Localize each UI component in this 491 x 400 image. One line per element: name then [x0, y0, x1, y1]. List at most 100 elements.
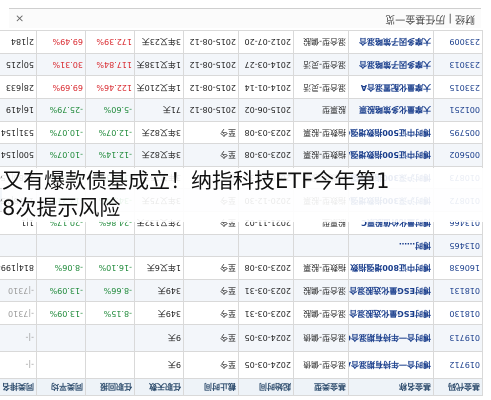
cell-name[interactable]: 博时ESG量化选股混合A	[348, 301, 434, 325]
cell-name[interactable]: 大摩量化多策略股票	[348, 98, 434, 122]
header-days[interactable]: 任职天数	[134, 378, 184, 396]
cell-days: 9天	[134, 324, 184, 352]
cell-name[interactable]: 博时中证500指数增强C	[348, 121, 434, 144]
cell-days: 9天	[134, 351, 184, 379]
cell-name[interactable]: 大摩量化配置混合A	[348, 75, 434, 99]
cell-rank	[0, 234, 37, 257]
cell-start: 2014-03-27	[238, 53, 294, 76]
cell-days: 3年又23天	[134, 30, 184, 54]
cell-name[interactable]: 博时ESG量化选股混合C	[348, 279, 434, 302]
cell-rank: -|7310	[0, 301, 37, 325]
cell-name[interactable]: 大摩多因子策略混合	[348, 30, 434, 54]
table-row[interactable]: 013465 博时……	[0, 234, 483, 257]
cell-type: 指数型-股票	[293, 256, 349, 280]
cell-avg: -13.09%	[36, 279, 86, 302]
header-code[interactable]: 基金代码	[433, 378, 483, 396]
cell-ret	[85, 234, 135, 257]
header-average[interactable]: 同类平均	[36, 378, 86, 396]
cell-end: 至今	[183, 256, 239, 280]
cell-ret: -16.10%	[85, 256, 135, 280]
table-row[interactable]: 019712 博时合一年持有期混合A 混合型-偏债 2024-03-05 至今 9天 -|-	[0, 351, 483, 379]
cell-code[interactable]: 233015	[433, 75, 483, 99]
cell-start	[238, 234, 294, 257]
table-row[interactable]: 001251 大摩量化多策略股票 股票型 2015-06-02 2015-08-12 71…	[0, 98, 483, 122]
cell-avg: -25.79%	[36, 98, 86, 122]
headline-overlay: 又有爆款债基成立！纳指科技ETF今年第1 8次提示风险	[2, 168, 489, 222]
table-row[interactable]: 233009 大摩多因子策略混合 混合型-偏股 2012-07-20 2015-08-1…	[0, 30, 483, 54]
cell-avg: -13.09%	[36, 301, 86, 325]
cell-days: 1年又6天	[134, 256, 184, 280]
cell-rank: 531|1541	[0, 121, 37, 144]
cell-code[interactable]: 019713	[433, 324, 483, 352]
cell-code[interactable]: 160638	[433, 256, 483, 280]
cell-code[interactable]: 005795	[433, 121, 483, 144]
cell-code[interactable]: 233013	[433, 53, 483, 76]
cell-rank: 16|419	[0, 98, 37, 122]
header-start[interactable]: 起始时间	[238, 378, 294, 396]
cell-type	[293, 234, 349, 257]
cell-code[interactable]: 013465	[433, 234, 483, 257]
cell-start: 2015-06-02	[238, 98, 294, 122]
cell-name[interactable]: 博时合一年持有期混合A	[348, 351, 434, 379]
cell-avg: 69.69%	[36, 75, 86, 99]
cell-end	[183, 234, 239, 257]
cell-type: 指数型-股票	[293, 143, 349, 167]
cell-end: 至今	[183, 121, 239, 144]
cell-start: 2024-03-05	[238, 351, 294, 379]
header-name[interactable]: 基金名称	[348, 378, 434, 396]
cell-ret: -12.14%	[85, 143, 135, 167]
cell-avg: -8.06%	[36, 256, 86, 280]
panel-title-bar: 财经 | 历任基金一览 ×	[9, 8, 481, 28]
cell-start: 2023-03-31	[238, 279, 294, 302]
cell-type: 混合型-偏债	[293, 351, 349, 379]
cell-code[interactable]: 019712	[433, 351, 483, 379]
cell-end: 至今	[183, 351, 239, 379]
cell-days: 1年又210天	[134, 75, 184, 99]
cell-name[interactable]: 博时……	[348, 234, 434, 257]
cell-ret: 172.39%	[85, 30, 135, 54]
cell-code[interactable]: 018130	[433, 301, 483, 325]
cell-code[interactable]: 005602	[433, 143, 483, 167]
cell-name[interactable]: 博时中证800增强指数	[348, 256, 434, 280]
cell-code[interactable]: 001251	[433, 98, 483, 122]
cell-name[interactable]: 大摩多因子策略混合	[348, 53, 434, 76]
table-row[interactable]: 018130 博时ESG量化选股混合A 混合型-偏股 2023-03-31 至今 349天…	[0, 301, 483, 325]
cell-start: 2024-03-05	[238, 324, 294, 352]
cell-avg	[36, 351, 86, 379]
cell-days: 1年又138天	[134, 53, 184, 76]
cell-start: 2023-03-08	[238, 143, 294, 167]
cell-ret: 117.84%	[85, 53, 135, 76]
cell-rank: 814|1998	[0, 256, 37, 280]
header-type[interactable]: 基金类型	[293, 378, 349, 396]
cell-code[interactable]: 018131	[433, 279, 483, 302]
cell-start: 2023-03-08	[238, 121, 294, 144]
cell-rank: 50|215	[0, 53, 37, 76]
cell-type: 混合型-偏债	[293, 324, 349, 352]
table-row[interactable]: 233015 大摩量化配置混合A 混合型-灵活 2014-01-14 2015-08-1…	[0, 75, 483, 99]
header-return[interactable]: 任职回报	[85, 378, 135, 396]
table-row[interactable]: 019713 博时合一年持有期混合C 混合型-偏债 2024-03-05 至今 9天 -|-	[0, 324, 483, 352]
cell-start: 2012-07-20	[238, 30, 294, 54]
headline-line-1: 又有爆款债基成立！纳指科技ETF今年第1	[2, 169, 390, 193]
cell-code[interactable]: 233009	[433, 30, 483, 54]
cell-name[interactable]: 博时中证500指数增强A	[348, 143, 434, 167]
cell-name[interactable]: 博时合一年持有期混合C	[348, 324, 434, 352]
header-rank[interactable]: 同类排名	[0, 378, 37, 396]
table-row[interactable]: 018131 博时ESG量化选股混合C 混合型-偏股 2023-03-31 至今 349天…	[0, 279, 483, 302]
close-icon[interactable]: ×	[15, 8, 24, 28]
table-row[interactable]: 005795 博时中证500指数增强C 指数型-股票 2023-03-08 至今 3年又8…	[0, 121, 483, 144]
cell-end: 至今	[183, 324, 239, 352]
cell-rank: -|7310	[0, 279, 37, 302]
panel-title: 财经 | 历任基金一览	[385, 13, 475, 24]
cell-days: 349天	[134, 301, 184, 325]
cell-avg: -10.07%	[36, 121, 86, 144]
cell-days: 3年又82天	[134, 121, 184, 144]
cell-end: 2015-08-12	[183, 30, 239, 54]
header-end[interactable]: 截止时间	[183, 378, 239, 396]
cell-type: 混合型-灵活	[293, 53, 349, 76]
cell-rank: 28|633	[0, 75, 37, 99]
table-row[interactable]: 160638 博时中证800增强指数 指数型-股票 2023-03-08 至今 1年又6天…	[0, 256, 483, 280]
cell-ret: -8.15%	[85, 301, 135, 325]
table-row[interactable]: 005602 博时中证500指数增强A 指数型-股票 2023-03-08 至今 3年又8…	[0, 143, 483, 167]
table-row[interactable]: 233013 大摩多因子策略混合 混合型-灵活 2014-03-27 2015-08-1…	[0, 53, 483, 76]
